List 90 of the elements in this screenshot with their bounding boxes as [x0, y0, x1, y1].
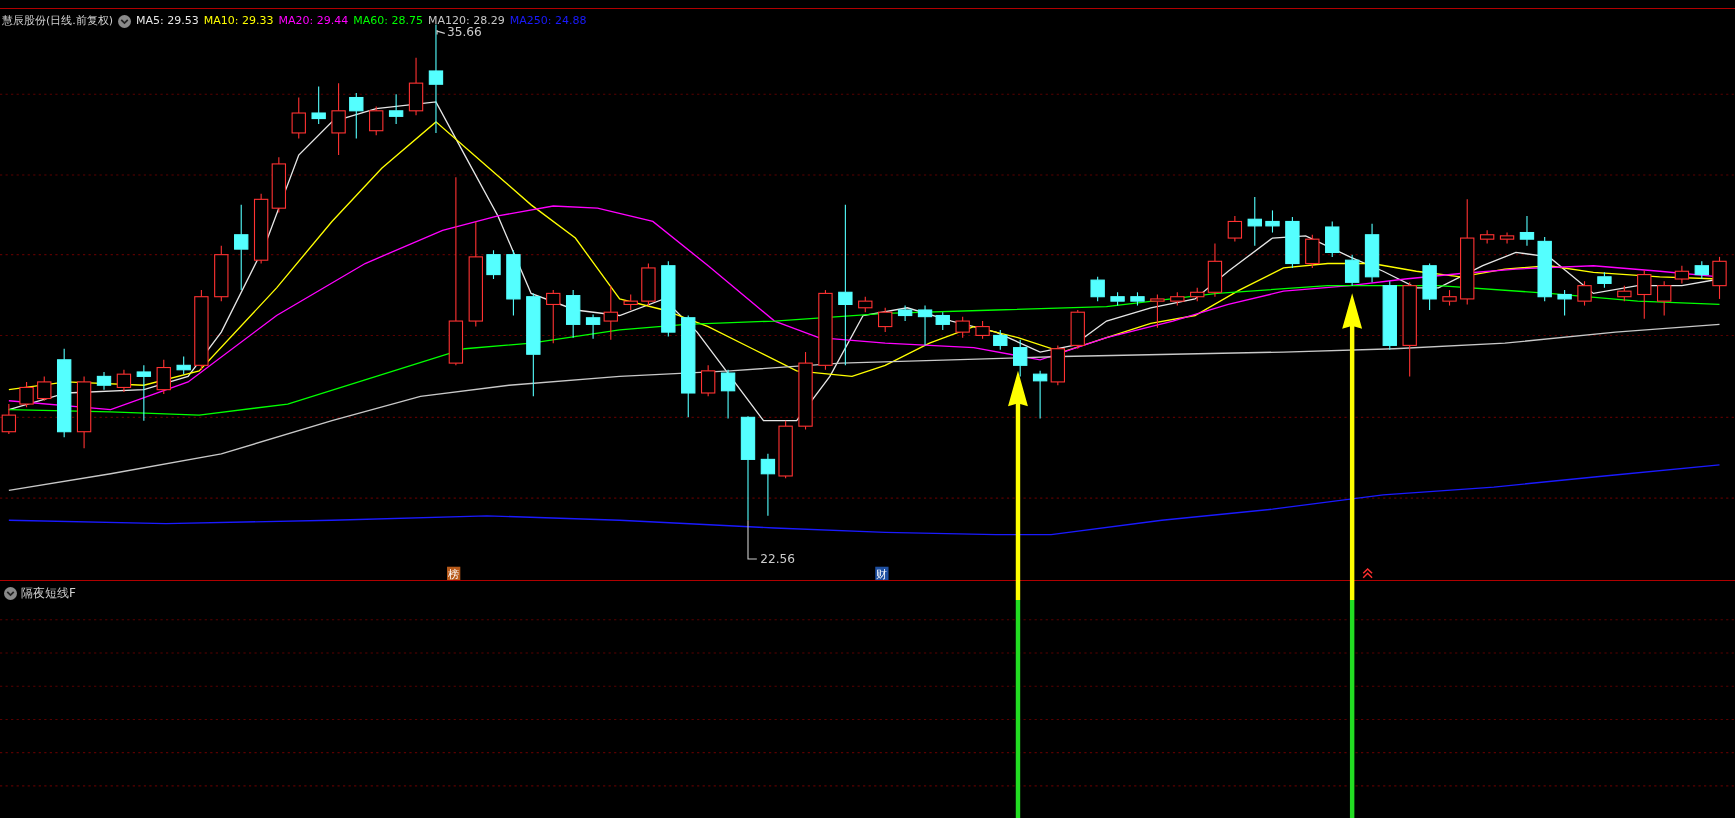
- candlestick: [388, 93, 404, 125]
- moving-average-value: MA60: 28.75: [353, 14, 423, 28]
- candlestick: [1190, 287, 1205, 302]
- candlestick: [1285, 216, 1300, 269]
- candlestick: [1557, 289, 1572, 317]
- candlestick: [1130, 291, 1145, 307]
- candlestick: [506, 249, 521, 317]
- candlestick: [1637, 269, 1652, 320]
- candlestick: [19, 381, 34, 408]
- candlestick: [955, 316, 970, 339]
- moving-average-value: MA5: 29.53: [136, 14, 199, 28]
- leader-line: [436, 29, 446, 35]
- candlestick: [585, 313, 601, 340]
- candlestick: [1382, 280, 1397, 351]
- candlestick: [253, 193, 269, 265]
- moving-average-value: MA250: 24.88: [509, 14, 587, 28]
- candlestick: [897, 305, 913, 322]
- indicator-title: 隔夜短线F: [21, 585, 76, 602]
- chart-title: 慧辰股份(日线.前复权): [2, 14, 114, 28]
- candlestick: [176, 355, 191, 375]
- candlestick: [116, 369, 132, 393]
- candlestick: [1344, 254, 1360, 287]
- candlestick: [1050, 344, 1065, 386]
- candlestick: [778, 420, 793, 479]
- up-arrow-icon: [1008, 370, 1028, 600]
- event-marker[interactable]: 财: [875, 566, 889, 580]
- candlestick: [1577, 280, 1592, 307]
- candlestick: [408, 57, 424, 116]
- candlestick: [1479, 229, 1495, 245]
- candlestick: [1070, 309, 1085, 350]
- moving-average-value: MA120: 28.29: [427, 14, 505, 27]
- candlestick: [1227, 215, 1243, 242]
- event-marker[interactable]: 榜: [447, 566, 461, 580]
- candlestick: [311, 85, 326, 125]
- candlestick: [486, 249, 501, 280]
- candlestick: [1597, 271, 1612, 289]
- candlestick: [1170, 291, 1185, 307]
- candlestick: [1090, 276, 1105, 302]
- candlestick: [1712, 256, 1727, 300]
- candlestick: [1110, 291, 1125, 307]
- candlestick: [136, 364, 152, 422]
- candlestick: [603, 285, 618, 341]
- candlestick: [349, 92, 364, 140]
- candlestick: [37, 375, 52, 402]
- chevron-down-icon[interactable]: [4, 586, 17, 600]
- low-price-label: 22.56: [760, 552, 795, 567]
- candlestick: [700, 364, 716, 397]
- candlestick: [1150, 293, 1165, 329]
- candlestick: [369, 105, 384, 136]
- candlestick: [1265, 209, 1280, 234]
- candlestick: [1442, 289, 1457, 307]
- high-price-label: 35.66: [447, 24, 482, 39]
- up-arrow-icon: [1342, 293, 1363, 600]
- candlestick: [641, 262, 656, 307]
- candlestick: [1422, 262, 1437, 311]
- candlestick: [1617, 285, 1632, 302]
- candlestick: [1694, 260, 1709, 280]
- candlestick: [1364, 223, 1380, 283]
- leader-line: [747, 519, 758, 560]
- chevron-down-icon[interactable]: [118, 14, 132, 28]
- candlestick: [1325, 220, 1340, 258]
- candlestick: [975, 320, 990, 340]
- candlestick: [214, 245, 229, 302]
- candlestick: [291, 96, 306, 140]
- candlestick: [623, 293, 638, 311]
- candlestick: [858, 296, 873, 313]
- double-chevron-up-icon: [1362, 567, 1373, 579]
- candlestick: [565, 289, 581, 339]
- candlestick: [935, 311, 950, 331]
- candlestick: [878, 307, 893, 333]
- candlestick: [1519, 215, 1535, 247]
- candlestick: [1032, 370, 1048, 419]
- candlestick: [1499, 231, 1515, 245]
- candlestick: [1247, 196, 1262, 247]
- candlestick: [1674, 265, 1690, 284]
- candlestick: [156, 359, 171, 395]
- candlestick: [993, 329, 1008, 351]
- candlestick: [546, 289, 561, 344]
- moving-average-value: MA20: 29.44: [278, 14, 349, 28]
- candlestick: [96, 371, 112, 391]
- moving-average-value: MA10: 29.33: [203, 14, 274, 28]
- candlestick: [760, 453, 776, 517]
- candlestick: [1537, 236, 1552, 302]
- candlestick: [720, 369, 736, 419]
- candlestick: [1305, 234, 1320, 269]
- candlestick: [1657, 280, 1672, 317]
- candlestick: [1013, 339, 1028, 377]
- candlestick: [1207, 243, 1223, 298]
- candlestick: [271, 156, 287, 214]
- candlestick: [917, 305, 933, 346]
